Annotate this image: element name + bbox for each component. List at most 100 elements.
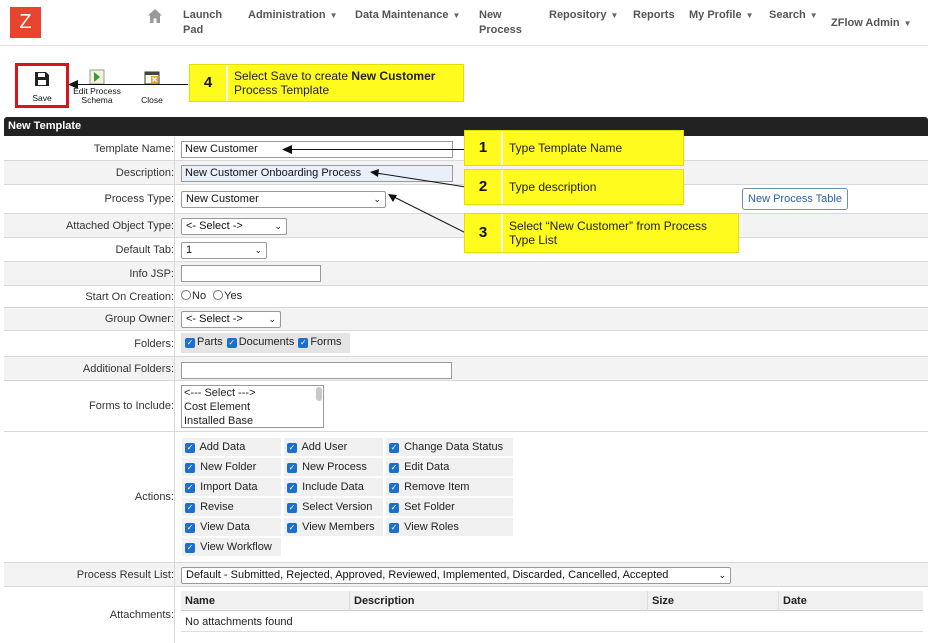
action-view-roles-checkbox[interactable]: ✓ View Roles — [385, 517, 514, 537]
process-type-select[interactable]: New Customer ⌄ — [181, 191, 386, 208]
checkbox-checked-icon: ✓ — [226, 338, 237, 348]
attached-object-type-value: <- Select -> — [186, 220, 243, 232]
action-view-members-checkbox[interactable]: ✓ View Members — [283, 517, 384, 537]
checkbox-checked-icon: ✓ — [389, 443, 399, 453]
action-remove-item-checkbox[interactable]: ✓ Remove Item — [385, 477, 514, 497]
chevron-down-icon: ▼ — [745, 11, 754, 20]
scrollbar[interactable] — [316, 387, 322, 401]
action-label: New Process — [302, 461, 367, 473]
row-folders: Folders: — [4, 331, 928, 357]
checkbox-checked-icon: ✓ — [185, 443, 195, 453]
nav-zflow-admin-label: ZFlow Admin — [831, 17, 900, 29]
edit-process-schema-button[interactable]: Edit Process Schema — [70, 69, 124, 105]
forms-to-include-listbox[interactable]: <--- Select ---> Cost Element Installed … — [181, 385, 324, 428]
action-new-folder-checkbox[interactable]: ✓ New Folder — [181, 457, 282, 477]
action-select-version-checkbox[interactable]: ✓ Select Version — [283, 497, 384, 517]
action-add-user-checkbox[interactable]: ✓ Add User — [283, 437, 384, 457]
additional-folders-label: Additional Folders: — [4, 357, 175, 380]
action-label: Remove Item — [404, 481, 470, 493]
action-include-data-checkbox[interactable]: ✓ Include Data — [283, 477, 384, 497]
description-label: Description: — [4, 161, 175, 184]
action-add-data-checkbox[interactable]: ✓ Add Data — [181, 437, 282, 457]
action-label: View Members — [302, 521, 375, 533]
column-header-size[interactable]: Size — [647, 591, 674, 611]
nav-repository-label: Repository — [549, 9, 607, 21]
callout-number: 1 — [465, 131, 503, 165]
attachments-table-header: Name Description Size Date — [181, 591, 923, 611]
nav-repository[interactable]: Repository ▼ — [549, 8, 618, 23]
additional-folders-input[interactable] — [181, 362, 452, 379]
action-revise-checkbox[interactable]: ✓ Revise — [181, 497, 282, 517]
start-no-radio[interactable]: No — [181, 290, 206, 302]
nav-administration[interactable]: Administration ▼ — [248, 8, 338, 23]
nav-launch-pad[interactable]: Launch Pad — [183, 8, 222, 38]
save-button[interactable]: Save — [15, 63, 69, 108]
nav-search-label: Search — [769, 9, 806, 21]
group-owner-select[interactable]: <- Select -> ⌄ — [181, 311, 281, 328]
chevron-down-icon: ▼ — [452, 11, 461, 20]
chevron-down-icon: ⌄ — [274, 221, 282, 231]
default-tab-select[interactable]: 1 ⌄ — [181, 242, 267, 259]
nav-search[interactable]: Search ▼ — [769, 8, 818, 23]
nav-my-profile[interactable]: My Profile ▼ — [689, 8, 754, 23]
nav-zflow-admin[interactable]: ZFlow Admin ▼ — [831, 16, 912, 31]
process-result-list-value: Default - Submitted, Rejected, Approved,… — [186, 569, 669, 581]
callout-text: Select “New Customer” from Process Type … — [509, 219, 708, 247]
close-button[interactable]: Close — [138, 70, 166, 105]
checkbox-checked-icon: ✓ — [298, 338, 309, 348]
new-process-table-button[interactable]: New Process Table — [742, 188, 848, 210]
nav-data-maintenance[interactable]: Data Maintenance ▼ — [355, 8, 460, 23]
start-on-creation-label: Start On Creation: — [4, 286, 175, 307]
chevron-down-icon: ▼ — [903, 19, 912, 28]
action-change-data-status-checkbox[interactable]: ✓ Change Data Status — [385, 437, 514, 457]
row-start-on-creation: Start On Creation: — [4, 286, 928, 308]
nav-new-process[interactable]: New Process — [479, 8, 522, 38]
column-header-date[interactable]: Date — [778, 591, 807, 611]
action-label: Revise — [200, 501, 234, 513]
chevron-down-icon: ⌄ — [268, 314, 276, 324]
checkbox-checked-icon: ✓ — [287, 463, 297, 473]
listbox-option[interactable]: Cost Element — [184, 400, 323, 414]
action-label: Select Version — [302, 501, 373, 513]
callout-1: 1 Type Template Name — [464, 130, 684, 166]
action-view-data-checkbox[interactable]: ✓ View Data — [181, 517, 282, 537]
chevron-down-icon: ▼ — [809, 11, 818, 20]
arrowhead-icon — [282, 145, 292, 154]
listbox-option[interactable]: Installed Base — [184, 414, 323, 427]
action-view-workflow-checkbox[interactable]: ✓ View Workflow — [181, 537, 282, 557]
chevron-down-icon: ▼ — [329, 11, 338, 20]
callout-text: Type description — [509, 180, 597, 194]
action-edit-data-checkbox[interactable]: ✓ Edit Data — [385, 457, 514, 477]
app-logo[interactable]: Z — [10, 7, 41, 38]
info-jsp-input[interactable] — [181, 265, 321, 282]
checkbox-checked-icon: ✓ — [389, 523, 399, 533]
radio-icon — [181, 290, 191, 300]
default-tab-label: Default Tab: — [4, 238, 175, 261]
group-owner-value: <- Select -> — [186, 313, 243, 325]
callout-text-part: Select Save to create — [234, 69, 352, 83]
start-yes-label: Yes — [224, 290, 243, 302]
listbox-option[interactable]: <--- Select ---> — [184, 386, 323, 400]
callout-number: 2 — [465, 170, 503, 204]
column-header-name[interactable]: Name — [181, 591, 215, 611]
folder-parts-checkbox[interactable]: ✓ Parts — [185, 336, 223, 348]
process-result-list-select[interactable]: Default - Submitted, Rejected, Approved,… — [181, 567, 731, 584]
nav-reports[interactable]: Reports — [633, 8, 675, 23]
action-new-process-checkbox[interactable]: ✓ New Process — [283, 457, 384, 477]
chevron-down-icon: ⌄ — [718, 570, 726, 580]
action-import-data-checkbox[interactable]: ✓ Import Data — [181, 477, 282, 497]
action-set-folder-checkbox[interactable]: ✓ Set Folder — [385, 497, 514, 517]
callout-text: Select Save to create New Customer Proce… — [234, 65, 459, 101]
attached-object-type-select[interactable]: <- Select -> ⌄ — [181, 218, 287, 235]
nav-launch-pad-label: Launch Pad — [183, 9, 223, 36]
column-header-description[interactable]: Description — [349, 591, 415, 611]
folder-documents-checkbox[interactable]: ✓ Documents — [226, 336, 294, 348]
action-label: View Data — [200, 521, 250, 533]
attached-object-type-label: Attached Object Type: — [4, 214, 175, 237]
start-yes-radio[interactable]: Yes — [213, 290, 242, 302]
checkbox-checked-icon: ✓ — [185, 483, 195, 493]
folder-forms-checkbox[interactable]: ✓ Forms — [298, 336, 342, 348]
group-owner-label: Group Owner: — [4, 308, 175, 330]
home-icon[interactable] — [147, 8, 163, 24]
callout-arrow — [388, 194, 466, 234]
